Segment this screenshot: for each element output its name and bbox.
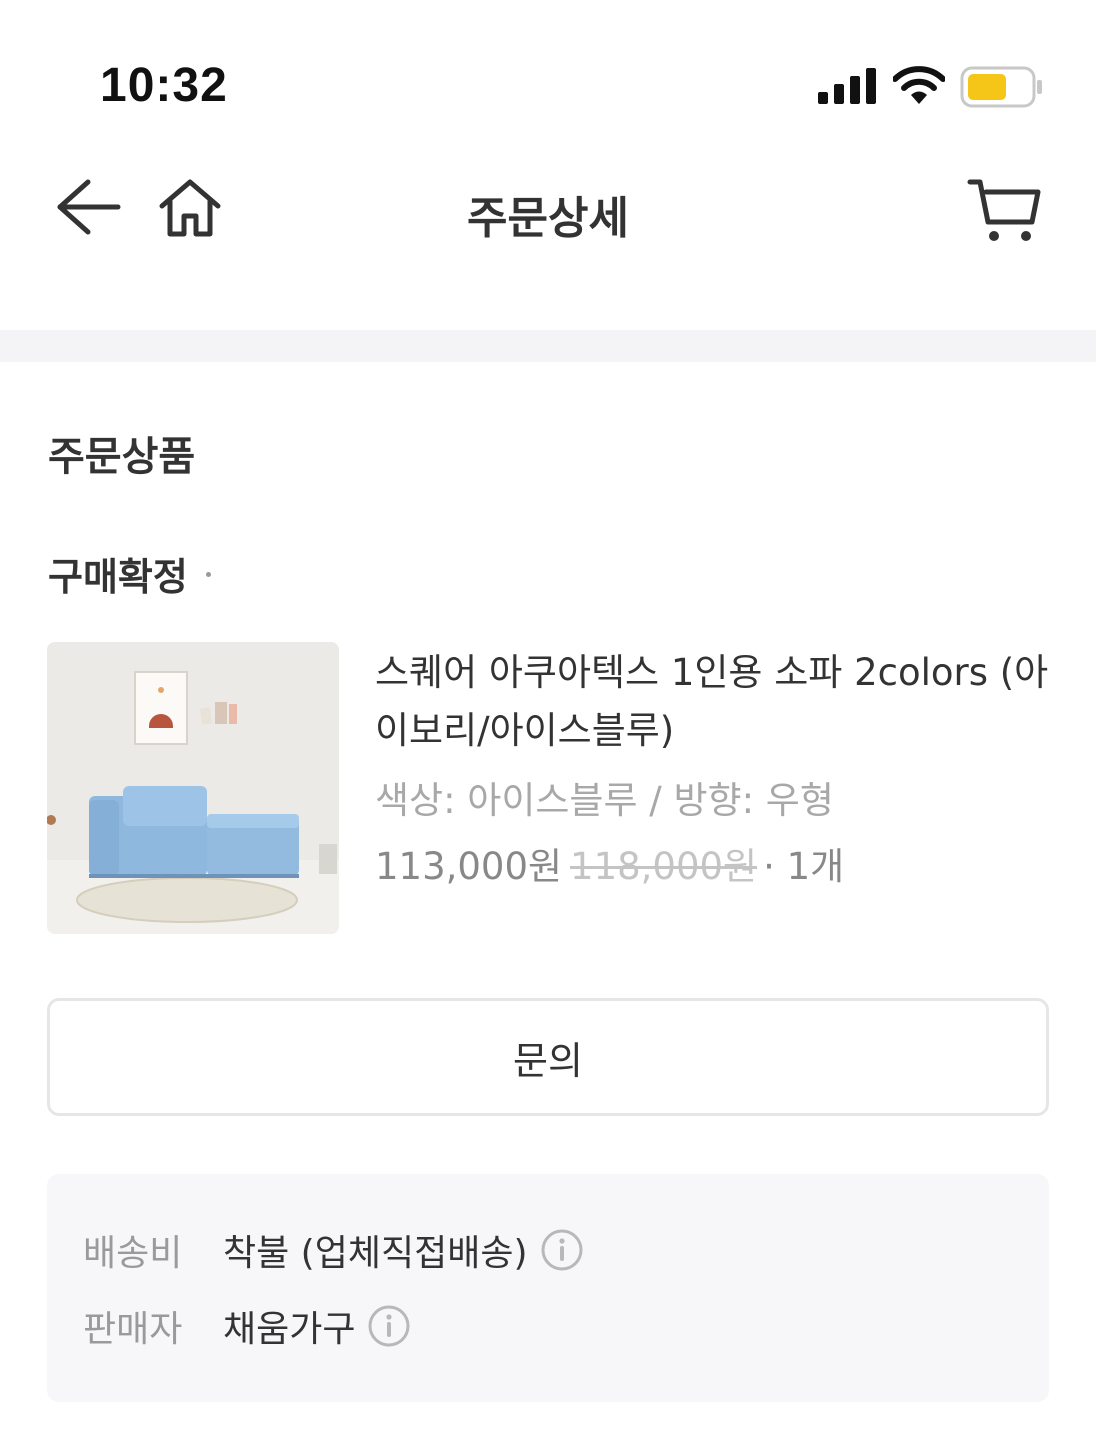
inquiry-button[interactable]: 문의 — [47, 998, 1049, 1116]
seller-label: 판매자 — [83, 1309, 183, 1350]
shipping-fee-value: 착불 (업체직접배송) — [223, 1233, 528, 1274]
cellular-signal-icon — [818, 68, 876, 104]
shipping-fee-row: 배송비 착불 (업체직접배송) — [83, 1222, 584, 1278]
shipping-fee-label: 배송비 — [83, 1233, 183, 1274]
seller-row: 판매자 채움가구 — [83, 1298, 411, 1354]
product-name[interactable]: 스퀘어 아쿠아텍스 1인용 소파 2colors (아이보리/아이스블루) — [375, 644, 1055, 760]
battery-icon — [960, 66, 1042, 108]
status-separator-dot — [206, 572, 211, 577]
product-image[interactable] — [47, 642, 339, 934]
delivery-info-box: 배송비 착불 (업체직접배송) 판매자 채움가구 — [47, 1174, 1049, 1402]
shipping-info-icon[interactable] — [540, 1228, 584, 1272]
order-detail-page: 10:32 주문상세 주문상품 구매확정 스퀘어 아쿠아텍스 1인용 소파 2c… — [0, 0, 1096, 1440]
status-time: 10:32 — [100, 59, 228, 112]
order-status: 구매확정 — [48, 555, 188, 599]
price-current: 113,000원 — [375, 845, 563, 888]
shopping-cart-icon[interactable] — [966, 176, 1042, 244]
section-title: 주문상품 — [48, 434, 196, 480]
wifi-icon — [893, 66, 945, 104]
product-quantity: · 1개 — [763, 845, 845, 888]
seller-value[interactable]: 채움가구 — [223, 1300, 355, 1352]
seller-info-icon[interactable] — [367, 1304, 411, 1348]
section-divider — [0, 330, 1096, 362]
page-title: 주문상세 — [467, 193, 629, 244]
product-option: 색상: 아이스블루 / 방향: 우형 — [375, 779, 834, 822]
navigation-bar: 주문상세 — [0, 150, 1096, 270]
price-row: 113,000원 118,000원 · 1개 — [375, 836, 844, 890]
sofa-illustration — [47, 642, 339, 934]
price-original: 118,000원 — [570, 845, 758, 888]
status-bar: 10:32 — [0, 0, 1096, 140]
